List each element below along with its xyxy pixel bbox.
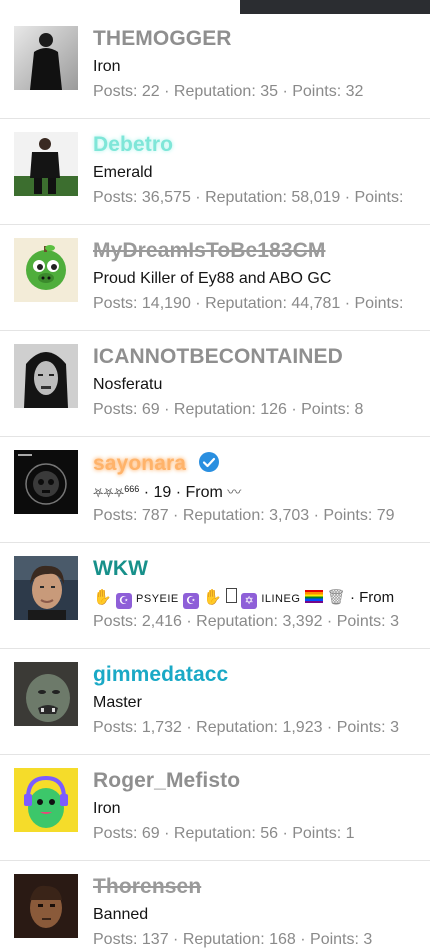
user-title: Proud Killer of Ey88 and ABO GC: [93, 270, 332, 287]
username[interactable]: Thorensen: [93, 875, 201, 899]
username[interactable]: Roger_Mefisto: [93, 769, 240, 793]
user-stats: Posts: 22 · Reputation: 35 · Points: 32: [93, 83, 364, 100]
list-item[interactable]: gimmedatacc Master Posts: 1,732 · Reputa…: [0, 650, 430, 755]
list-item[interactable]: THEMOGGER Iron Posts: 22 · Reputation: 3…: [0, 14, 430, 119]
avatar[interactable]: [14, 238, 78, 302]
user-stats: Posts: 787 · Reputation: 3,703 · Points:…: [93, 507, 395, 524]
avatar[interactable]: [14, 556, 78, 620]
user-stats: Posts: 69 · Reputation: 126 · Points: 8: [93, 401, 364, 418]
star-and-crescent-icon: ☪: [182, 593, 199, 609]
username[interactable]: MyDreamIsToBe183CM: [93, 239, 326, 263]
list-item[interactable]: MyDreamIsToBe183CM Proud Killer of Ey88 …: [0, 226, 430, 331]
user-title: Banned: [93, 906, 149, 923]
list-item[interactable]: WKW ✋ ☪ PSYEIE ☪ ✋ ✡ ILINEG 🗑 · From Pos…: [0, 544, 430, 649]
avatar[interactable]: [14, 662, 78, 726]
unknown-glyph-icon: [225, 588, 237, 603]
avatar[interactable]: [14, 26, 78, 90]
avatar[interactable]: [14, 132, 78, 196]
username[interactable]: ICANNOTBECONTAINED: [93, 345, 343, 369]
list-item[interactable]: ICANNOTBECONTAINED Nosferatu Posts: 69 ·…: [0, 332, 430, 437]
username[interactable]: gimmedatacc: [93, 663, 228, 687]
number-tag: 666: [124, 484, 140, 494]
user-stats: Posts: 137 · Reputation: 168 · Points: 3: [93, 931, 373, 948]
verified-badge-icon: [198, 451, 220, 473]
avatar[interactable]: [14, 768, 78, 832]
user-stats: Posts: 1,732 · Reputation: 1,923 · Point…: [93, 719, 399, 736]
members-list: THEMOGGER Iron Posts: 22 · Reputation: 3…: [0, 14, 430, 949]
username[interactable]: WKW: [93, 557, 148, 581]
ilineg-text: ILINEG: [261, 593, 301, 605]
raised-hands-icon: ✋: [93, 589, 112, 606]
star-of-david-icon: ✡: [241, 593, 258, 609]
psyeie-text: PSYEIE: [136, 593, 179, 605]
avatar[interactable]: [14, 450, 78, 514]
user-title: ✋ ☪ PSYEIE ☪ ✋ ✡ ILINEG 🗑 · From: [93, 588, 394, 609]
user-title: Master: [93, 694, 142, 711]
user-stats: Posts: 69 · Reputation: 56 · Points: 1: [93, 825, 355, 842]
list-item[interactable]: Thorensen Banned Posts: 137 · Reputation…: [0, 862, 430, 949]
raised-hands-icon: ✋: [203, 589, 222, 606]
trash-icon: 🗑: [326, 589, 346, 606]
avatar[interactable]: [14, 344, 78, 408]
user-stats: Posts: 2,416 · Reputation: 3,392 · Point…: [93, 613, 399, 630]
avatar[interactable]: [14, 874, 78, 938]
age-from-text: · 19 · From: [143, 484, 223, 501]
user-title: Nosferatu: [93, 376, 163, 393]
list-item[interactable]: Roger_Mefisto Iron Posts: 69 · Reputatio…: [0, 756, 430, 861]
user-title: ⛧⛧⛧666 · 19 · From 〰: [93, 482, 241, 502]
rainbow-flag-icon: [304, 590, 323, 603]
list-item[interactable]: sayonara ⛧⛧⛧666 · 19 · From 〰 Posts: 787…: [0, 438, 430, 543]
user-title: Iron: [93, 58, 121, 75]
username[interactable]: Debetro: [93, 133, 173, 157]
user-stats: Posts: 36,575 · Reputation: 58,019 · Poi…: [93, 189, 404, 206]
user-stats: Posts: 14,190 · Reputation: 44,781 · Poi…: [93, 295, 404, 312]
username[interactable]: THEMOGGER: [93, 27, 232, 51]
swan-icon: 〰: [227, 484, 242, 500]
star-and-crescent-icon: ☪: [115, 593, 132, 609]
pentagram-text: ⛧⛧⛧: [93, 485, 125, 500]
from-text: · From: [349, 589, 395, 606]
list-item[interactable]: Debetro Emerald Posts: 36,575 · Reputati…: [0, 120, 430, 225]
username-text[interactable]: sayonara: [93, 452, 186, 475]
user-title: Iron: [93, 800, 121, 817]
user-title: Emerald: [93, 164, 153, 181]
username[interactable]: sayonara: [93, 451, 220, 476]
